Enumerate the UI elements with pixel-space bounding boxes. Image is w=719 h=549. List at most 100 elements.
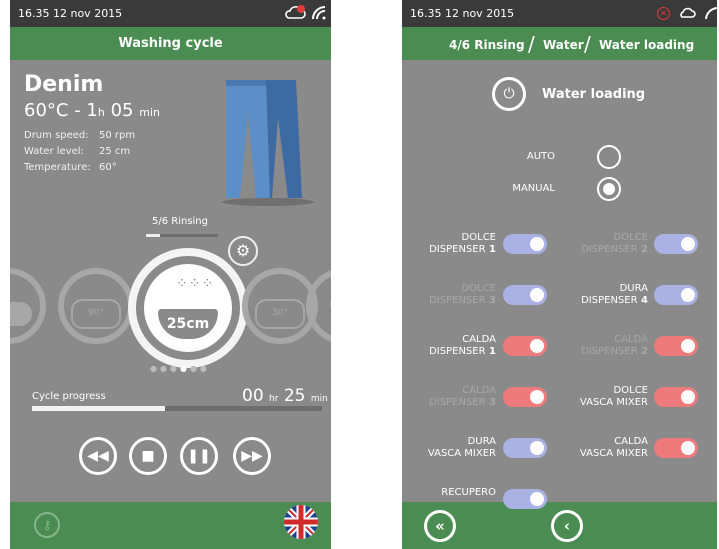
dispenser-toggle[interactable] bbox=[654, 285, 698, 305]
mode-auto-radio[interactable] bbox=[597, 145, 621, 169]
uk-flag-icon[interactable] bbox=[284, 505, 318, 539]
phase-progress-fill bbox=[146, 234, 161, 237]
page-dot: ● bbox=[159, 364, 170, 373]
time-remaining: 00 hr 25 min bbox=[242, 386, 328, 406]
dispenser-label: DOLCE DISPENSER 1 bbox=[410, 232, 496, 256]
dispenser-label: CALDA DISPENSER 2 bbox=[562, 334, 648, 358]
remaining-minute-unit: min bbox=[310, 394, 328, 404]
page-dot: ● bbox=[150, 364, 160, 373]
double-chevron-left-icon[interactable]: « bbox=[424, 510, 456, 542]
breadcrumb-water[interactable]: Water bbox=[543, 38, 584, 52]
program-temp: 60°C - 1 bbox=[24, 100, 98, 121]
phase-progress-bar bbox=[146, 234, 218, 237]
fast-forward-button[interactable]: ▶▶ bbox=[233, 437, 271, 475]
dispenser-label-line2: DISPENSER 3 bbox=[410, 397, 496, 409]
dispenser-toggle[interactable] bbox=[654, 438, 698, 458]
dispenser-type: DISPENSER bbox=[581, 244, 638, 255]
dispenser-label-line1: DOLCE bbox=[461, 283, 496, 294]
key-icon[interactable]: ⚷ bbox=[34, 512, 60, 538]
dispenser-type: DISPENSER bbox=[429, 346, 486, 357]
drum-next-label: 30° bbox=[272, 308, 288, 318]
radio-selected-dot bbox=[603, 183, 615, 195]
drum-current[interactable]: ⁘⁘⁘ 25cm bbox=[128, 248, 248, 368]
dispenser-label-line1: CALDA bbox=[614, 334, 648, 345]
breadcrumb-phase[interactable]: 4/6 Rinsing bbox=[449, 38, 525, 52]
toggle-knob bbox=[681, 288, 695, 302]
dispenser-number: 1 bbox=[485, 244, 496, 255]
dispenser-number: 3 bbox=[485, 397, 496, 408]
toggle-knob bbox=[530, 237, 544, 251]
drum-90-icon bbox=[71, 299, 121, 329]
dispenser-label-line2: DISPENSER 1 bbox=[410, 346, 496, 358]
minute-unit: min bbox=[139, 106, 160, 119]
dispenser-toggle[interactable] bbox=[654, 234, 698, 254]
dispenser-toggle[interactable] bbox=[654, 336, 698, 356]
mode-manual-radio[interactable] bbox=[597, 177, 621, 201]
water-loading-icon: ⏻ bbox=[492, 77, 526, 111]
washing-cycle-screen: 16.35 12 nov 2015 Washing cycle Denim 60… bbox=[10, 0, 331, 549]
toggle-knob bbox=[681, 339, 695, 353]
page-dot: ● bbox=[179, 364, 190, 373]
dispenser-label-line1: CALDA bbox=[614, 436, 648, 447]
chevron-left-icon[interactable]: ‹ bbox=[551, 510, 583, 542]
dispenser-toggle[interactable] bbox=[503, 438, 547, 458]
toggle-knob bbox=[681, 441, 695, 455]
param-value: 60° bbox=[99, 162, 117, 173]
dispenser-number: 4 bbox=[637, 295, 648, 306]
dispenser-label: DOLCE VASCA MIXER bbox=[562, 385, 648, 409]
pause-button[interactable]: ❚❚ bbox=[180, 437, 218, 475]
breadcrumb-separator: / bbox=[584, 32, 591, 56]
dispenser-label-line2: VASCA MIXER bbox=[562, 397, 648, 409]
dispenser-label: DOLCE DISPENSER 2 bbox=[562, 232, 648, 256]
dispenser-toggle[interactable] bbox=[503, 285, 547, 305]
toggle-knob bbox=[530, 441, 544, 455]
dispenser-label-line2: DISPENSER 3 bbox=[410, 295, 496, 307]
dispenser-type: DISPENSER bbox=[429, 295, 486, 306]
stop-button[interactable]: ■ bbox=[129, 437, 167, 475]
dispenser-label-line2: DISPENSER 1 bbox=[410, 244, 496, 256]
mode-manual-label: MANUAL bbox=[512, 183, 555, 194]
dispenser-label-line1: RECUPERO bbox=[441, 487, 496, 498]
dispenser-type: DISPENSER bbox=[429, 244, 486, 255]
page-title: Washing cycle bbox=[10, 27, 331, 60]
dispenser-label-line2: DISPENSER 4 bbox=[562, 295, 648, 307]
toggle-knob bbox=[530, 288, 544, 302]
toggle-knob bbox=[530, 492, 544, 506]
dispenser-toggle[interactable] bbox=[654, 387, 698, 407]
dispenser-type: DISPENSER bbox=[581, 295, 638, 306]
drum-inner: ⁘⁘⁘ 25cm bbox=[144, 264, 232, 352]
dispenser-toggle[interactable] bbox=[503, 234, 547, 254]
program-temp-duration: 60°C - 1h 05 min bbox=[24, 100, 160, 121]
dispenser-label: DURA VASCA MIXER bbox=[410, 436, 496, 460]
toggle-knob bbox=[530, 339, 544, 353]
dispenser-label: CALDA DISPENSER 1 bbox=[410, 334, 496, 358]
jeans-image bbox=[218, 78, 318, 206]
section-title: Water loading bbox=[542, 87, 646, 102]
water-drops-icon: ⁘⁘⁘ bbox=[176, 276, 215, 292]
dispenser-label-line2: VASCA MIXER bbox=[410, 448, 496, 460]
param-label: Temperature: bbox=[24, 162, 91, 173]
dispenser-label-line1: DURA bbox=[619, 283, 648, 294]
drum-30-icon bbox=[255, 299, 305, 329]
status-bar: 16.35 12 nov 2015 ✕ bbox=[402, 0, 717, 27]
program-name: Denim bbox=[24, 72, 104, 97]
dispenser-type: DISPENSER bbox=[581, 346, 638, 357]
remaining-minutes: 25 bbox=[283, 386, 306, 406]
dispenser-type: VASCA MIXER bbox=[579, 448, 648, 459]
dispenser-label: RECUPERO bbox=[410, 487, 496, 499]
drum-prev-1[interactable]: 90° bbox=[58, 268, 134, 344]
dispenser-label-line2: VASCA MIXER bbox=[562, 448, 648, 460]
drum-prev-2[interactable] bbox=[10, 268, 46, 344]
cycle-progress-bar bbox=[32, 406, 322, 411]
rewind-button[interactable]: ◀◀ bbox=[79, 437, 117, 475]
gear-icon[interactable]: ⚙ bbox=[228, 236, 258, 266]
param-label: Drum speed: bbox=[24, 130, 89, 141]
dispenser-label-line1: DOLCE bbox=[461, 232, 496, 243]
dispenser-toggle[interactable] bbox=[503, 387, 547, 407]
progress-label: Cycle progress bbox=[32, 391, 106, 402]
dispenser-toggle[interactable] bbox=[503, 489, 547, 509]
dispenser-toggle[interactable] bbox=[503, 336, 547, 356]
dispenser-label-line1: DURA bbox=[467, 436, 496, 447]
remaining-hours: 00 bbox=[242, 386, 264, 406]
param-drum-speed: Drum speed: 50 rpm bbox=[24, 130, 135, 141]
